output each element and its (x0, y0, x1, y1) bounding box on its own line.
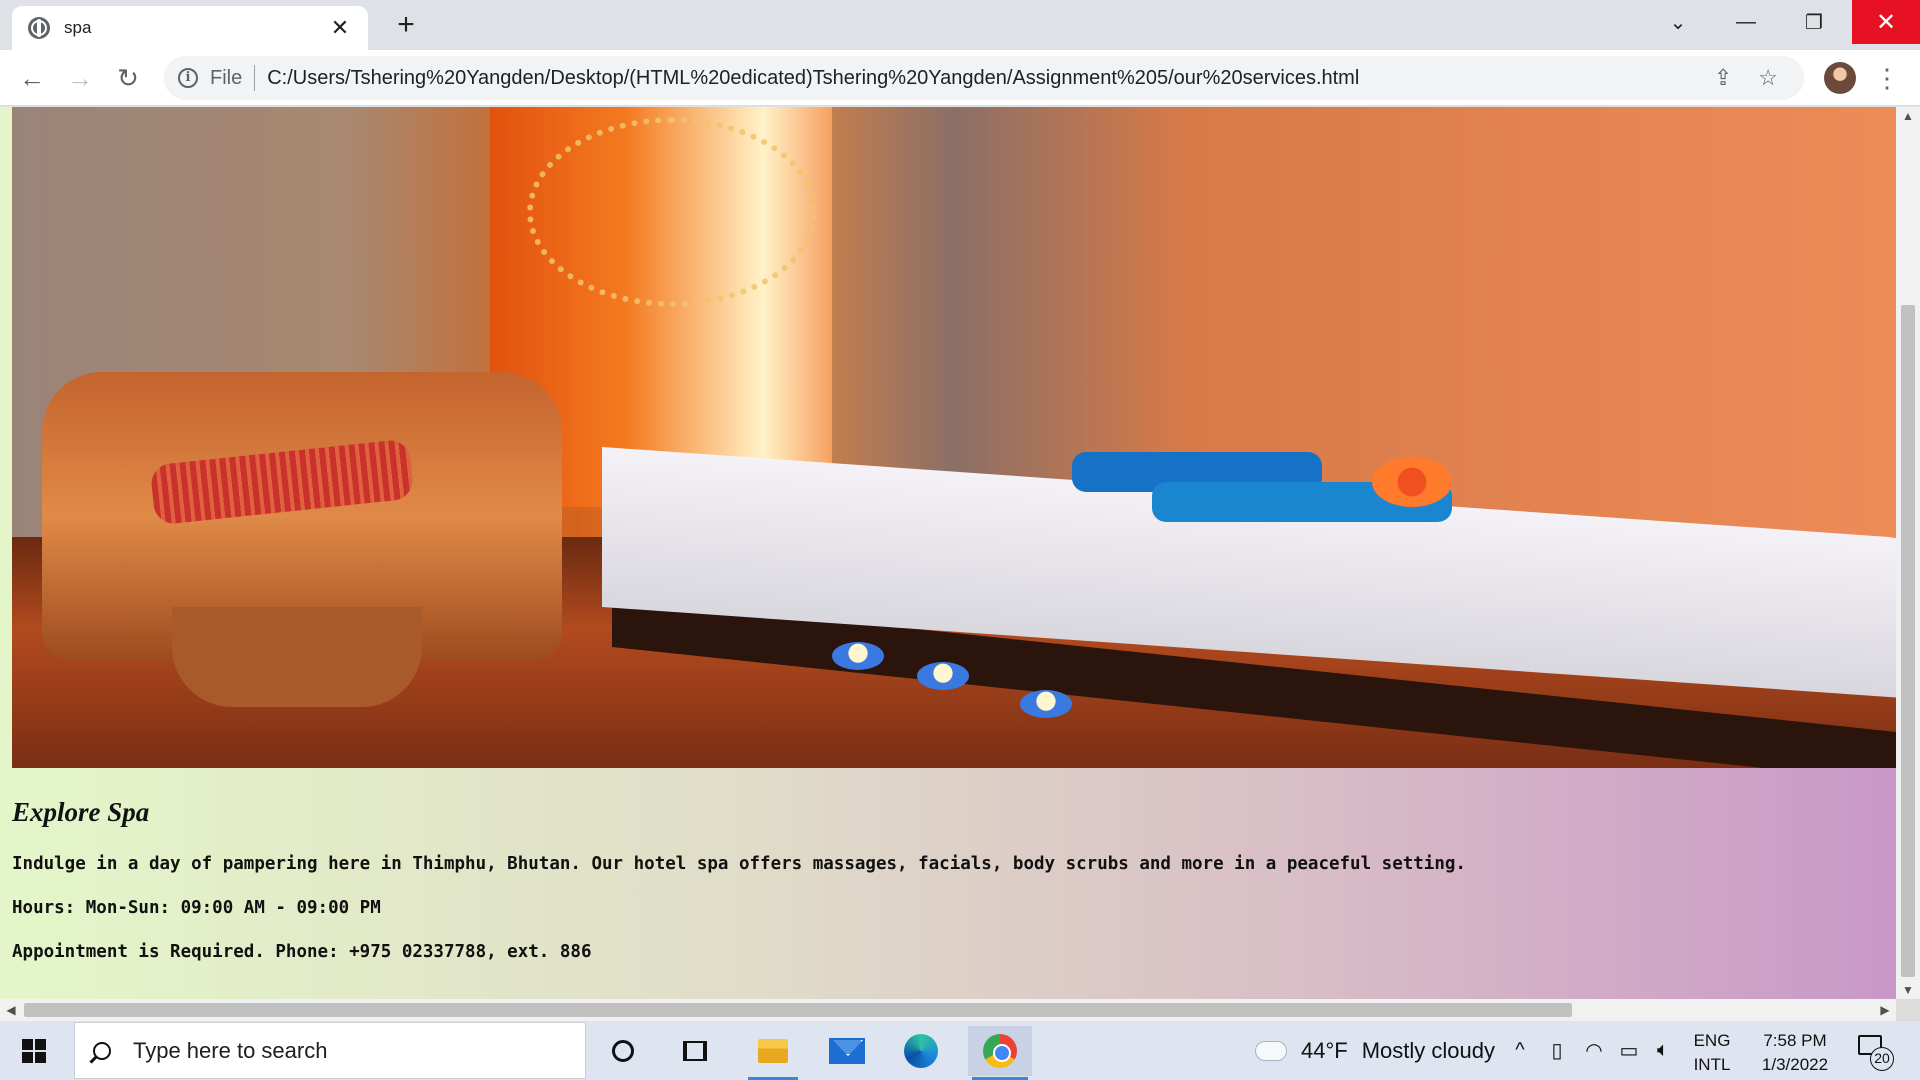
close-window-button[interactable]: ✕ (1852, 0, 1920, 44)
lang-layout: INTL (1693, 1055, 1731, 1074)
spa-hours: Hours: Mon-Sun: 09:00 AM - 09:00 PM (12, 898, 381, 918)
clock-date: 1/3/2022 (1761, 1055, 1829, 1074)
clock-time: 7:58 PM (1763, 1031, 1827, 1050)
browser-toolbar: ← → ↻ i File C:/Users/Tshering%20Yangden… (0, 50, 1920, 106)
windows-taskbar: Type here to search 44°F Mostly cloudy ^… (0, 1021, 1920, 1080)
restore-button[interactable]: ❐ (1780, 0, 1848, 44)
spa-info: Explore Spa Indulge in a day of pamperin… (12, 797, 1872, 986)
weather-widget[interactable]: 44°F Mostly cloudy (1250, 1021, 1495, 1080)
weather-temp: 44°F (1301, 1037, 1348, 1063)
vertical-scroll-thumb[interactable] (1901, 305, 1915, 977)
cortana-icon[interactable] (594, 1026, 652, 1076)
horizontal-scroll-thumb[interactable] (24, 1003, 1572, 1017)
bookmark-star-icon[interactable]: ☆ (1758, 65, 1778, 91)
mail-icon[interactable] (818, 1026, 876, 1076)
scrollbar-corner (1896, 999, 1920, 1021)
notification-center-icon[interactable]: 20 (1856, 1033, 1896, 1071)
weather-text: Mostly cloudy (1361, 1037, 1495, 1063)
address-bar[interactable]: i File C:/Users/Tshering%20Yangden/Deskt… (164, 56, 1804, 100)
tab-spa[interactable]: spa ✕ (12, 6, 368, 50)
browser-viewport: Explore Spa Indulge in a day of pamperin… (0, 107, 1920, 1021)
reload-button[interactable]: ↻ (110, 60, 146, 96)
language-indicator[interactable]: ENG INTL (1690, 1029, 1734, 1077)
search-icon (93, 1041, 111, 1060)
search-placeholder: Type here to search (133, 1037, 328, 1063)
candle (1020, 690, 1072, 718)
section-heading: Explore Spa (12, 797, 150, 827)
task-view-icon[interactable] (666, 1026, 724, 1076)
spa-description: Indulge in a day of pampering here in Th… (12, 854, 1466, 874)
meet-now-icon[interactable]: ▯ (1543, 1021, 1571, 1080)
armchair-base (172, 607, 422, 707)
tab-title: spa (64, 18, 92, 37)
volume-icon[interactable]: 🔈︎ (1648, 1021, 1678, 1080)
chevron-up-icon[interactable]: ^ (1505, 1021, 1535, 1080)
globe-icon (28, 17, 50, 39)
browser-menu-button[interactable]: ⋮ (1874, 60, 1900, 96)
start-windows-icon[interactable] (22, 1039, 46, 1063)
mandala-decoration (527, 117, 817, 307)
url-text[interactable]: C:/Users/Tshering%20Yangden/Desktop/(HTM… (267, 67, 1714, 90)
url-scheme: File (210, 66, 243, 89)
network-icon[interactable]: ◠ (1579, 1021, 1609, 1080)
share-icon[interactable]: ⇪ (1714, 65, 1732, 91)
scroll-right-arrow-icon[interactable]: ▶ (1874, 999, 1896, 1021)
notification-count: 20 (1870, 1047, 1894, 1071)
tab-strip: spa ✕ + ⌄ — ❐ ✕ (0, 0, 1920, 50)
forward-button[interactable]: → (62, 60, 98, 96)
minimize-button[interactable]: — (1712, 0, 1780, 44)
spa-appointment: Appointment is Required. Phone: +975 023… (12, 942, 592, 962)
new-tab-button[interactable]: + (390, 8, 422, 42)
edge-icon[interactable] (892, 1026, 950, 1076)
back-button[interactable]: ← (14, 60, 50, 96)
scroll-left-arrow-icon[interactable]: ◀ (0, 999, 22, 1021)
file-explorer-icon[interactable] (744, 1026, 802, 1080)
profile-avatar[interactable] (1824, 62, 1856, 94)
lang-code: ENG (1693, 1031, 1731, 1050)
page-body: Explore Spa Indulge in a day of pamperin… (0, 107, 1896, 999)
taskbar-search-box[interactable]: Type here to search (74, 1022, 586, 1079)
spa-hero-image (12, 107, 1896, 768)
url-divider (254, 65, 256, 91)
info-icon[interactable]: i (178, 68, 198, 88)
vertical-scrollbar[interactable]: ▲ ▼ (1896, 107, 1920, 999)
scroll-up-arrow-icon[interactable]: ▲ (1896, 107, 1920, 125)
horizontal-scrollbar[interactable]: ◀ ▶ (0, 999, 1896, 1021)
flower (1372, 457, 1452, 507)
chrome-icon[interactable] (968, 1026, 1032, 1080)
scroll-down-arrow-icon[interactable]: ▼ (1896, 981, 1920, 999)
battery-icon[interactable]: ▭ (1614, 1021, 1644, 1080)
tab-close-button[interactable]: ✕ (328, 15, 352, 41)
candle (832, 642, 884, 670)
tab-search-button[interactable]: ⌄ (1644, 0, 1712, 44)
cloudy-weather-icon (1250, 1033, 1287, 1061)
system-clock[interactable]: 7:58 PM 1/3/2022 (1748, 1029, 1842, 1077)
candle (917, 662, 969, 690)
